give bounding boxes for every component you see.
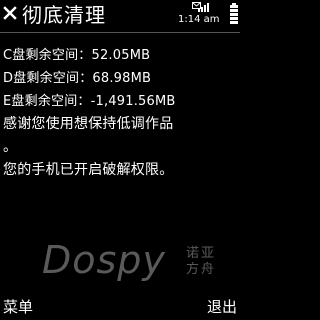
watermark-subtitle: 诺亚方舟 — [186, 246, 217, 277]
drive-e-free-space: E盘剩余空间：-1,491.56MB — [3, 94, 176, 109]
crack-permission-message: 您的手机已开启破解权限。 — [3, 162, 174, 178]
signal-icon — [198, 3, 209, 12]
exit-softkey[interactable]: 退出 — [207, 296, 237, 317]
clock: 1:14 am — [178, 14, 220, 25]
app-title: 彻底清理 — [22, 3, 106, 27]
close-icon[interactable] — [3, 6, 17, 20]
status-bar: 彻底清理 1:14 am — [0, 0, 240, 32]
thanks-message: 感谢您使用想保持低调作品 — [3, 116, 174, 132]
dospy-watermark: Dospy — [42, 238, 166, 282]
battery-icon — [230, 3, 238, 24]
content-area: C盘剩余空间：52.05MB D盘剩余空间：68.98MB E盘剩余空间：-1,… — [3, 44, 237, 182]
drive-d-free-space: D盘剩余空间：68.98MB — [3, 71, 152, 86]
menu-softkey[interactable]: 菜单 — [3, 296, 33, 317]
drive-c-free-space: C盘剩余空间：52.05MB — [3, 48, 151, 63]
header-divider — [0, 32, 240, 33]
thanks-message-end: 。 — [3, 139, 18, 155]
